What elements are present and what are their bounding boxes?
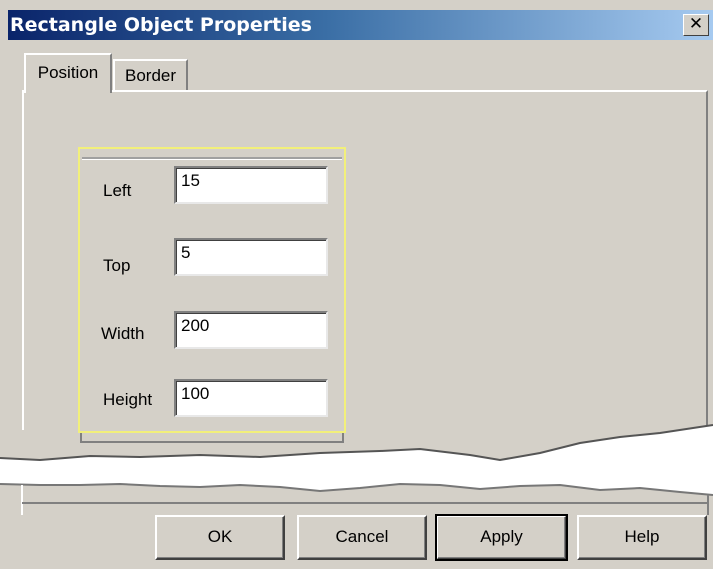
- cancel-button[interactable]: Cancel: [297, 515, 427, 560]
- top-label: Top: [103, 256, 131, 275]
- properties-dialog: Rectangle Object Properties ✕ Border Pos…: [0, 0, 713, 569]
- window-title: Rectangle Object Properties: [10, 14, 312, 36]
- torn-paper-break: [0, 424, 713, 515]
- top-input[interactable]: 5: [174, 238, 328, 276]
- ok-button[interactable]: OK: [155, 515, 285, 560]
- close-icon[interactable]: ✕: [689, 14, 703, 34]
- tab-border[interactable]: Border: [113, 59, 188, 91]
- left-label: Left: [103, 181, 132, 200]
- tab-position[interactable]: Position: [24, 53, 112, 93]
- help-button[interactable]: Help: [577, 515, 707, 560]
- height-label: Height: [103, 390, 153, 409]
- apply-button[interactable]: Apply: [435, 514, 568, 561]
- height-input[interactable]: 100: [174, 379, 328, 417]
- width-label: Width: [101, 324, 145, 343]
- width-input[interactable]: 200: [174, 311, 328, 349]
- left-input[interactable]: 15: [174, 166, 328, 204]
- group-divider: [82, 157, 342, 160]
- title-bar[interactable]: Rectangle Object Properties ✕: [8, 10, 713, 40]
- close-button[interactable]: ✕: [683, 14, 709, 36]
